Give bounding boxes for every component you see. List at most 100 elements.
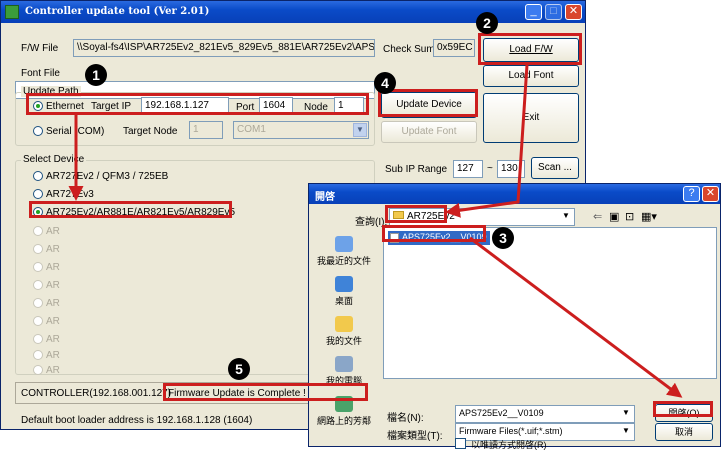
exit-label: Exit: [522, 112, 540, 123]
update-font-button[interactable]: Update Font: [381, 121, 477, 143]
load-font-button[interactable]: Load Font: [483, 65, 579, 87]
font-file-label: Font File: [21, 68, 60, 79]
serial-label: Serial (COM): [46, 126, 105, 137]
look-in-select[interactable]: AR725Ev2 ▼: [389, 208, 575, 226]
step-badge-2: 2: [476, 12, 498, 34]
place-recent[interactable]: 我最近的文件: [315, 236, 373, 272]
back-icon[interactable]: ⇐: [593, 210, 602, 223]
status-message: Firmware Update is Complete !: [168, 388, 306, 399]
device-label-2: AR727Ev3: [46, 189, 94, 200]
device-radio-9[interactable]: [33, 316, 43, 326]
place-computer[interactable]: 我的電腦: [315, 356, 373, 392]
port-field[interactable]: 1604: [259, 97, 293, 115]
device-label-10: AR: [46, 334, 60, 345]
file-type-value: Firmware Files(*.uif;*.stm): [459, 426, 563, 436]
place-documents-label: 我的文件: [325, 336, 362, 346]
device-label-3: AR725Ev2/AR881E/AR821Ev5/AR829Ev5: [46, 207, 236, 218]
step-badge-3: 3: [492, 227, 514, 249]
place-network[interactable]: 網路上的芳鄰: [315, 396, 373, 432]
node-label: Node: [304, 102, 328, 113]
look-in-value: AR725Ev2: [407, 211, 455, 222]
device-label-11: AR: [46, 350, 60, 361]
place-documents[interactable]: 我的文件: [315, 316, 373, 352]
cancel-button[interactable]: 取消: [655, 423, 713, 441]
device-radio-10[interactable]: [33, 334, 43, 344]
recent-icon: [335, 236, 353, 252]
com-port-select[interactable]: COM1 ▼: [233, 121, 369, 139]
load-font-label: Load Font: [508, 70, 554, 81]
device-label-9: AR: [46, 316, 60, 327]
port-label: Port: [236, 102, 255, 113]
update-device-button[interactable]: Update Device: [381, 92, 477, 118]
target-ip-label: Target IP: [91, 101, 132, 112]
dialog-title: 開啓: [315, 192, 335, 203]
load-fw-label: Load F/W: [509, 44, 553, 55]
sub-ip-to-field[interactable]: 130: [497, 160, 525, 178]
select-device-title: Select Device: [21, 154, 87, 165]
help-icon[interactable]: ?: [683, 186, 700, 202]
new-folder-icon[interactable]: ⊡: [625, 210, 634, 223]
desktop-icon: [335, 276, 353, 292]
ethernet-label: Ethernet: [46, 101, 84, 112]
device-radio-11[interactable]: [33, 350, 43, 360]
file-name-chevron-icon: ▼: [619, 407, 633, 421]
ethernet-radio[interactable]: [33, 101, 43, 111]
minimize-icon[interactable]: _: [525, 4, 542, 20]
target-node-field[interactable]: 1: [189, 121, 223, 139]
device-radio-5[interactable]: [33, 244, 43, 254]
readonly-checkbox[interactable]: [455, 438, 466, 449]
look-in-label: 查詢(I):: [355, 217, 388, 228]
file-name-label: 檔名(N):: [387, 413, 424, 424]
exit-button[interactable]: Exit: [483, 93, 579, 143]
scan-button[interactable]: Scan ...: [531, 157, 579, 179]
sub-ip-from-field[interactable]: 127: [453, 160, 483, 178]
file-item-aps725ev2[interactable]: APS725Ev2__V0109: [388, 231, 490, 245]
look-in-chevron-icon: ▼: [559, 210, 573, 224]
node-field[interactable]: 1: [334, 97, 364, 115]
device-label-1: AR727Ev2 / QFM3 / 725EB: [46, 171, 169, 182]
device-radio-6[interactable]: [33, 262, 43, 272]
chevron-down-icon: ▼: [353, 123, 367, 137]
check-sum-field: 0x59EC: [433, 39, 475, 57]
device-radio-12[interactable]: [33, 365, 43, 375]
file-icon: [390, 233, 399, 243]
device-radio-8[interactable]: [33, 298, 43, 308]
file-name-field[interactable]: APS725Ev2__V0109 ▼: [455, 405, 635, 423]
cancel-label: 取消: [674, 427, 693, 437]
step-badge-5: 5: [228, 358, 250, 380]
dialog-close-icon[interactable]: ✕: [702, 186, 719, 202]
dialog-title-bar: 開啓 ? ✕: [309, 184, 720, 204]
folder-icon: [393, 211, 404, 219]
fw-file-field[interactable]: \\Soyal-fs4\ISP\AR725Ev2_821Ev5_829Ev5_8…: [73, 39, 375, 57]
open-label: 開啓(O): [668, 408, 700, 418]
load-fw-button[interactable]: Load F/W: [483, 38, 579, 62]
file-list[interactable]: APS725Ev2__V0109: [383, 227, 717, 379]
device-radio-3[interactable]: [33, 207, 43, 217]
place-desktop[interactable]: 桌面: [315, 276, 373, 312]
device-label-8: AR: [46, 298, 60, 309]
open-file-dialog: 開啓 ? ✕ 查詢(I): AR725Ev2 ▼ ⇐ ▣ ⊡ ▦▾ 我最近的文件…: [308, 183, 721, 450]
serial-radio[interactable]: [33, 126, 43, 136]
place-desktop-label: 桌面: [334, 296, 353, 306]
sub-ip-range-label: Sub IP Range: [385, 164, 448, 175]
update-font-label: Update Font: [401, 126, 457, 137]
com-port-value: COM1: [237, 124, 266, 135]
window-title: Controller update tool (Ver 2.01): [25, 6, 210, 17]
device-radio-2[interactable]: [33, 189, 43, 199]
open-button[interactable]: 開啓(O): [655, 404, 713, 422]
target-ip-field[interactable]: 192.168.1.127: [141, 97, 229, 115]
up-folder-icon[interactable]: ▣: [609, 210, 619, 223]
device-radio-4[interactable]: [33, 226, 43, 236]
check-sum-label: Check Sum: [383, 44, 435, 55]
fw-file-label: F/W File: [21, 43, 59, 54]
sub-ip-tilde: ~: [487, 163, 493, 174]
readonly-label: 以唯讀方式開啓(R): [471, 440, 547, 450]
device-label-4: AR: [46, 226, 60, 237]
device-radio-1[interactable]: [33, 171, 43, 181]
device-radio-7[interactable]: [33, 280, 43, 290]
computer-icon: [335, 356, 353, 372]
maximize-icon[interactable]: □: [545, 4, 562, 20]
file-type-label: 檔案類型(T):: [387, 431, 443, 442]
close-icon[interactable]: ✕: [565, 4, 582, 20]
views-icon[interactable]: ▦▾: [641, 210, 657, 223]
